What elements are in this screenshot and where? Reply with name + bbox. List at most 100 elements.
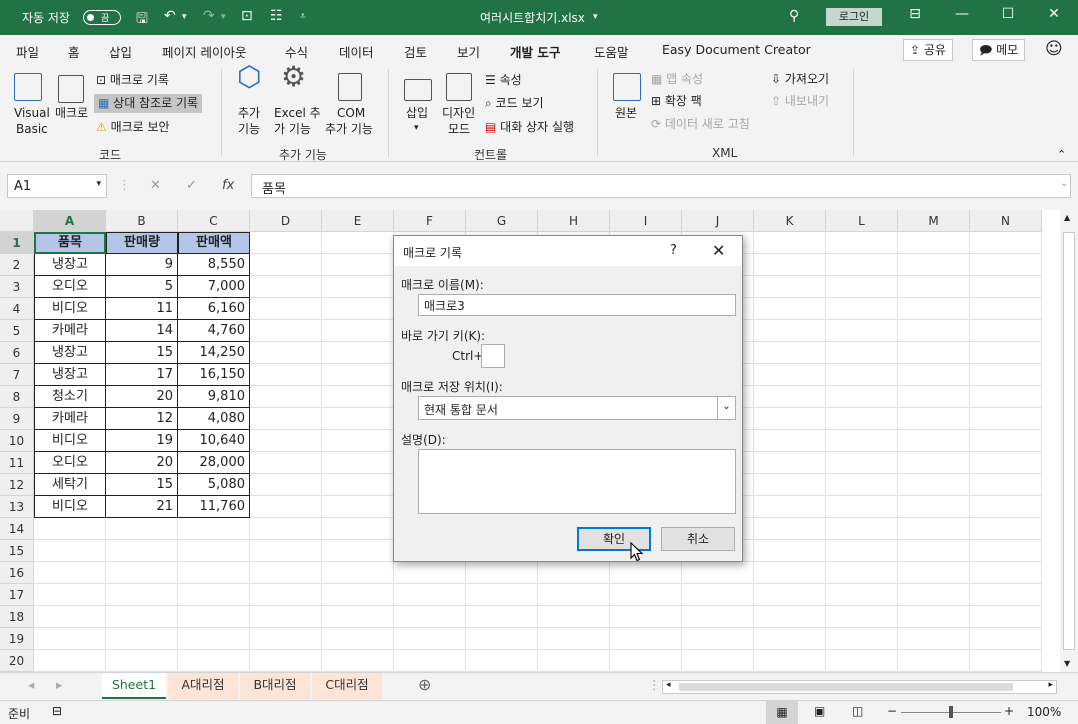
cancel-icon[interactable]: ✕ — [150, 178, 161, 193]
table-cell[interactable]: 28,000 — [178, 452, 250, 474]
cell[interactable] — [538, 628, 610, 650]
add-sheet-icon[interactable]: ⊕ — [410, 673, 439, 699]
store-macro-select[interactable]: 현재 통합 문서 ⌄ — [418, 396, 736, 420]
row-header-10[interactable]: 10 — [0, 430, 34, 452]
cell[interactable] — [826, 342, 898, 364]
new-sheet-icon[interactable]: ⊡ — [241, 8, 253, 24]
cell[interactable] — [322, 518, 394, 540]
table-cell[interactable]: 21 — [106, 496, 178, 518]
cell[interactable] — [466, 562, 538, 584]
table-cell[interactable]: 12 — [106, 408, 178, 430]
cell[interactable] — [826, 584, 898, 606]
addins-label-2[interactable]: 기능 — [238, 122, 260, 137]
table-cell[interactable]: 17 — [106, 364, 178, 386]
cell[interactable] — [898, 628, 970, 650]
cell[interactable] — [322, 364, 394, 386]
cell[interactable] — [826, 386, 898, 408]
cell[interactable] — [34, 606, 106, 628]
cell[interactable] — [322, 298, 394, 320]
table-cell[interactable]: 7,000 — [178, 276, 250, 298]
table-cell[interactable]: 19 — [106, 430, 178, 452]
cell[interactable] — [250, 606, 322, 628]
sheet-tab-c-branch[interactable]: C대리점 — [312, 673, 382, 699]
chevron-down-icon[interactable]: ⌄ — [717, 397, 735, 419]
visual-basic-label-1[interactable]: Visual — [14, 106, 50, 121]
description-textarea[interactable] — [418, 449, 736, 514]
cancel-button[interactable]: 취소 — [661, 527, 735, 551]
cell[interactable] — [754, 254, 826, 276]
expansion-packs-button[interactable]: ⊞ 확장 팩 — [651, 94, 702, 109]
cell[interactable] — [754, 276, 826, 298]
cell[interactable] — [106, 518, 178, 540]
column-header-k[interactable]: K — [754, 210, 826, 232]
cell[interactable] — [826, 298, 898, 320]
memo-button[interactable]: 🗩 메모 — [972, 39, 1026, 61]
cell[interactable] — [538, 584, 610, 606]
cell[interactable] — [250, 254, 322, 276]
redo-dropdown-icon[interactable]: ▾ — [221, 12, 226, 22]
cell[interactable] — [250, 562, 322, 584]
row-header-20[interactable]: 20 — [0, 650, 34, 672]
cell[interactable] — [970, 606, 1042, 628]
column-header-a[interactable]: A — [34, 210, 106, 232]
smiley-feedback-icon[interactable]: ☺ — [1045, 39, 1063, 59]
cell[interactable] — [322, 628, 394, 650]
cell[interactable] — [394, 650, 466, 672]
table-header-cell[interactable]: 품목 — [34, 232, 106, 254]
cell[interactable] — [682, 650, 754, 672]
cell[interactable] — [322, 232, 394, 254]
table-cell[interactable]: 냉장고 — [34, 342, 106, 364]
export-button[interactable]: ⇧ 내보내기 — [771, 94, 829, 109]
cell[interactable] — [826, 496, 898, 518]
insert-control-button[interactable]: 삽입 — [406, 106, 428, 121]
row-header-3[interactable]: 3 — [0, 276, 34, 298]
maximize-icon[interactable]: ☐ — [998, 6, 1018, 22]
addins-label-1[interactable]: 추가 — [238, 106, 260, 121]
cell[interactable] — [898, 584, 970, 606]
enter-icon[interactable]: ✓ — [186, 178, 197, 193]
cell[interactable] — [322, 408, 394, 430]
cell[interactable] — [250, 628, 322, 650]
cell[interactable] — [610, 562, 682, 584]
table-cell[interactable]: 5,080 — [178, 474, 250, 496]
table-cell[interactable]: 14 — [106, 320, 178, 342]
sheet-tab-sheet1[interactable]: Sheet1 — [102, 673, 166, 699]
row-header-5[interactable]: 5 — [0, 320, 34, 342]
table-header-cell[interactable]: 판매량 — [106, 232, 178, 254]
zoom-in-icon[interactable]: + — [1004, 704, 1014, 718]
table-cell[interactable]: 4,760 — [178, 320, 250, 342]
column-header-h[interactable]: H — [538, 210, 610, 232]
cell[interactable] — [970, 364, 1042, 386]
zoom-slider-thumb[interactable] — [949, 706, 953, 718]
macros-button[interactable]: 매크로 — [55, 106, 88, 121]
row-header-19[interactable]: 19 — [0, 628, 34, 650]
cell[interactable] — [394, 606, 466, 628]
table-cell[interactable]: 오디오 — [34, 276, 106, 298]
horizontal-scroll-thumb[interactable] — [679, 683, 1013, 691]
cell[interactable] — [970, 276, 1042, 298]
visual-basic-label-2[interactable]: Basic — [16, 122, 48, 137]
zoom-out-icon[interactable]: − — [887, 704, 897, 718]
column-header-f[interactable]: F — [394, 210, 466, 232]
table-header-cell[interactable]: 판매액 — [178, 232, 250, 254]
table-cell[interactable]: 5 — [106, 276, 178, 298]
cell[interactable] — [970, 254, 1042, 276]
cell[interactable] — [610, 606, 682, 628]
scroll-left-icon[interactable]: ◂ — [666, 680, 671, 690]
cell[interactable] — [826, 254, 898, 276]
save-icon[interactable]: 🖫 — [136, 8, 148, 32]
cell[interactable] — [898, 408, 970, 430]
cell[interactable] — [250, 232, 322, 254]
column-header-j[interactable]: J — [682, 210, 754, 232]
cell[interactable] — [610, 628, 682, 650]
table-cell[interactable]: 20 — [106, 386, 178, 408]
vertical-scrollbar[interactable]: ▲ ▼ — [1060, 210, 1078, 672]
row-header-2[interactable]: 2 — [0, 254, 34, 276]
import-button[interactable]: ⇩ 가져오기 — [771, 72, 829, 87]
column-header-i[interactable]: I — [610, 210, 682, 232]
cell[interactable] — [178, 562, 250, 584]
cell[interactable] — [970, 408, 1042, 430]
cell[interactable] — [826, 628, 898, 650]
row-header-4[interactable]: 4 — [0, 298, 34, 320]
properties-button[interactable]: ☰ 속성 — [485, 73, 522, 88]
